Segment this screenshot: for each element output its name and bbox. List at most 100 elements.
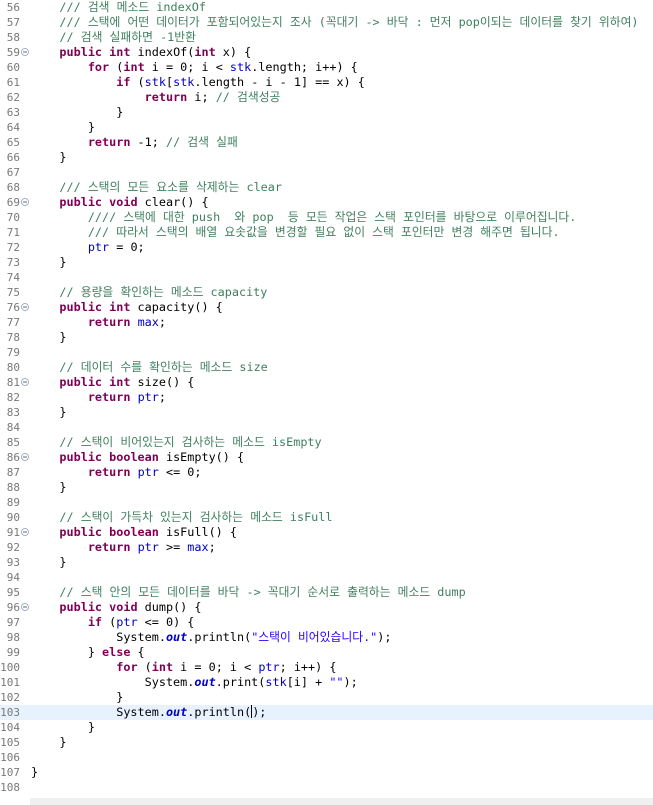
fold-minus-icon[interactable] <box>21 303 29 311</box>
code-text[interactable]: } <box>31 480 66 495</box>
code-text[interactable]: if (ptr <= 0) { <box>31 615 195 630</box>
code-line[interactable]: 107} <box>0 765 653 780</box>
code-text[interactable]: public void clear() { <box>31 195 208 210</box>
code-line[interactable]: 84 <box>0 420 653 435</box>
code-line[interactable]: 57 /// 스택에 어떤 데이터가 포함되어있는지 조사 (꼭대기 -> 바닥… <box>0 15 653 30</box>
code-line[interactable]: 95 // 스택 안의 모든 데이터를 바닥 -> 꼭대기 순서로 출력하는 메… <box>0 585 653 600</box>
code-line[interactable]: 97 if (ptr <= 0) { <box>0 615 653 630</box>
code-line[interactable]: 71 /// 따라서 스택의 배열 요솟값을 변경할 필요 없이 스택 포인터만… <box>0 225 653 240</box>
code-line[interactable]: 68 /// 스택의 모든 요소를 삭제하는 clear <box>0 180 653 195</box>
code-text[interactable]: // 용량을 확인하는 메소드 capacity <box>31 285 267 300</box>
code-line[interactable]: 105 } <box>0 735 653 750</box>
code-text[interactable]: /// 스택의 모든 요소를 삭제하는 clear <box>31 180 282 195</box>
code-text[interactable]: return i; // 검색성공 <box>31 90 281 105</box>
code-line[interactable]: 58 // 검색 실패하면 -1반환 <box>0 30 653 45</box>
code-text[interactable]: // 데이터 수를 확인하는 메소드 size <box>31 360 267 375</box>
code-text[interactable]: public boolean isFull() { <box>31 525 237 540</box>
code-line[interactable]: 99 } else { <box>0 645 653 660</box>
code-text[interactable]: /// 스택에 어떤 데이터가 포함되어있는지 조사 (꼭대기 -> 바닥 : … <box>31 15 638 30</box>
code-text[interactable]: // 스택이 비어있는지 검사하는 메소드 isEmpty <box>31 435 321 450</box>
code-text[interactable]: public int capacity() { <box>31 300 222 315</box>
code-text[interactable]: for (int i = 0; i < stk.length; i++) { <box>31 60 358 75</box>
code-text[interactable]: } <box>31 555 66 570</box>
code-line[interactable]: 106 <box>0 750 653 765</box>
code-line[interactable]: 94 <box>0 570 653 585</box>
code-line[interactable]: 73 } <box>0 255 653 270</box>
code-text[interactable]: // 스택이 가득차 있는지 검사하는 메소드 isFull <box>31 510 332 525</box>
code-text[interactable]: /// 검색 메소드 indexOf <box>31 0 206 15</box>
code-line[interactable]: 90 // 스택이 가득차 있는지 검사하는 메소드 isFull <box>0 510 653 525</box>
code-line[interactable]: 59 public int indexOf(int x) { <box>0 45 653 60</box>
code-line[interactable]: 108 <box>0 780 653 795</box>
code-line[interactable]: 63 } <box>0 105 653 120</box>
code-line[interactable]: 83 } <box>0 405 653 420</box>
code-text[interactable]: public int size() { <box>31 375 194 390</box>
code-line[interactable]: 79 <box>0 345 653 360</box>
code-line[interactable]: 98 System.out.println("스택이 비어있습니다."); <box>0 630 653 645</box>
code-text[interactable]: } <box>31 105 123 120</box>
code-line[interactable]: 74 <box>0 270 653 285</box>
code-text[interactable]: } <box>31 765 38 780</box>
code-line[interactable]: 103 System.out.println(); <box>0 705 653 720</box>
code-text[interactable]: return ptr; <box>31 390 166 405</box>
code-text[interactable]: // 검색 실패하면 -1반환 <box>31 30 196 45</box>
code-line[interactable]: 77 return max; <box>0 315 653 330</box>
code-line[interactable]: 80 // 데이터 수를 확인하는 메소드 size <box>0 360 653 375</box>
code-line[interactable]: 64 } <box>0 120 653 135</box>
code-line[interactable]: 96 public void dump() { <box>0 600 653 615</box>
code-text[interactable]: /// 따라서 스택의 배열 요솟값을 변경할 필요 없이 스택 포인터만 변경… <box>31 225 560 240</box>
code-text[interactable]: } <box>31 150 66 165</box>
code-line[interactable]: 91 public boolean isFull() { <box>0 525 653 540</box>
code-line[interactable]: 78 } <box>0 330 653 345</box>
code-line[interactable]: 92 return ptr >= max; <box>0 540 653 555</box>
code-text[interactable]: // 스택 안의 모든 데이터를 바닥 -> 꼭대기 순서로 출력하는 메소드 … <box>31 585 465 600</box>
code-line[interactable]: 89 <box>0 495 653 510</box>
code-line[interactable]: 66 } <box>0 150 653 165</box>
code-line[interactable]: 65 return -1; // 검색 실패 <box>0 135 653 150</box>
code-line[interactable]: 102 } <box>0 690 653 705</box>
fold-minus-icon[interactable] <box>21 528 29 536</box>
fold-minus-icon[interactable] <box>21 378 29 386</box>
code-line[interactable]: 86 public boolean isEmpty() { <box>0 450 653 465</box>
code-editor[interactable]: 56 /// 검색 메소드 indexOf 57 /// 스택에 어떤 데이터가 … <box>0 0 653 805</box>
code-text[interactable]: if (stk[stk.length - i - 1] == x) { <box>31 75 365 90</box>
code-line[interactable]: 101 System.out.print(stk[i] + ""); <box>0 675 653 690</box>
code-line[interactable]: 62 return i; // 검색성공 <box>0 90 653 105</box>
code-line[interactable]: 88 } <box>0 480 653 495</box>
code-line[interactable]: 87 return ptr <= 0; <box>0 465 653 480</box>
fold-minus-icon[interactable] <box>21 48 29 56</box>
code-text[interactable]: } <box>31 405 66 420</box>
code-line[interactable]: 60 for (int i = 0; i < stk.length; i++) … <box>0 60 653 75</box>
code-text[interactable]: } else { <box>31 645 145 660</box>
code-text[interactable]: for (int i = 0; i < ptr; i++) { <box>31 660 336 675</box>
code-text[interactable]: ptr = 0; <box>31 240 145 255</box>
code-line[interactable]: 76 public int capacity() { <box>0 300 653 315</box>
fold-minus-icon[interactable] <box>21 198 29 206</box>
code-line[interactable]: 61 if (stk[stk.length - i - 1] == x) { <box>0 75 653 90</box>
code-text[interactable]: return max; <box>31 315 166 330</box>
code-text[interactable]: } <box>31 735 66 750</box>
code-line[interactable]: 82 return ptr; <box>0 390 653 405</box>
code-line[interactable]: 93 } <box>0 555 653 570</box>
code-line[interactable]: 75 // 용량을 확인하는 메소드 capacity <box>0 285 653 300</box>
code-text[interactable]: return ptr <= 0; <box>31 465 202 480</box>
code-line[interactable]: 100 for (int i = 0; i < ptr; i++) { <box>0 660 653 675</box>
code-line[interactable]: 85 // 스택이 비어있는지 검사하는 메소드 isEmpty <box>0 435 653 450</box>
code-text[interactable]: System.out.println(); <box>31 705 266 720</box>
fold-minus-icon[interactable] <box>21 453 29 461</box>
code-line[interactable]: 56 /// 검색 메소드 indexOf <box>0 0 653 15</box>
code-line[interactable]: 81 public int size() { <box>0 375 653 390</box>
code-text[interactable]: return -1; // 검색 실패 <box>31 135 238 150</box>
code-line[interactable]: 104 } <box>0 720 653 735</box>
code-line[interactable]: 69 public void clear() { <box>0 195 653 210</box>
code-line[interactable]: 67 <box>0 165 653 180</box>
code-text[interactable]: System.out.print(stk[i] + ""); <box>31 675 358 690</box>
code-line[interactable]: 70 //// 스택에 대한 push 와 pop 등 모든 작업은 스택 포인… <box>0 210 653 225</box>
code-text[interactable]: public void dump() { <box>31 600 201 615</box>
code-text[interactable]: public int indexOf(int x) { <box>31 45 251 60</box>
code-text[interactable]: } <box>31 690 123 705</box>
code-text[interactable]: //// 스택에 대한 push 와 pop 등 모든 작업은 스택 포인터를 … <box>31 210 577 225</box>
code-text[interactable]: public boolean isEmpty() { <box>31 450 244 465</box>
horizontal-scrollbar[interactable] <box>30 798 653 805</box>
code-text[interactable]: } <box>31 330 66 345</box>
